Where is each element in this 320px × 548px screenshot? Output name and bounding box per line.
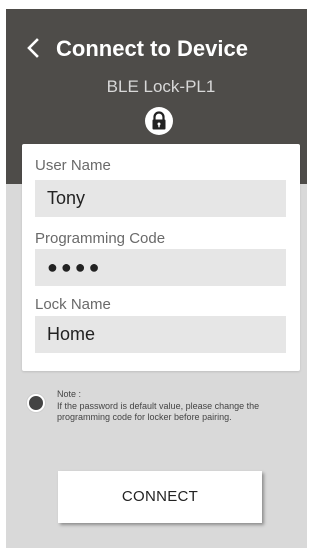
user-name-label: User Name: [35, 157, 111, 174]
padlock-icon: [144, 106, 174, 136]
lock-name-label: Lock Name: [35, 296, 111, 313]
programming-code-label: Programming Code: [35, 230, 166, 247]
connect-button[interactable]: CONNECT: [58, 471, 262, 523]
note-text: If the password is default value, please…: [57, 401, 260, 422]
programming-code-field[interactable]: ●●●●: [35, 249, 286, 286]
app-screen: Connect to Device BLE Lock-PL1 User Name…: [6, 9, 307, 548]
device-name: BLE Lock-PL1: [106, 77, 216, 96]
back-button[interactable]: [20, 33, 50, 63]
connection-form: User Name Tony Programming Code ●●●● Loc…: [22, 144, 300, 371]
note-title: Note :: [57, 389, 82, 399]
chevron-left-icon: [27, 38, 39, 58]
note-radio-button[interactable]: [27, 394, 45, 412]
lock-name-field[interactable]: Home: [35, 316, 286, 353]
page-title: Connect to Device: [56, 36, 248, 61]
user-name-field[interactable]: Tony: [35, 180, 286, 217]
